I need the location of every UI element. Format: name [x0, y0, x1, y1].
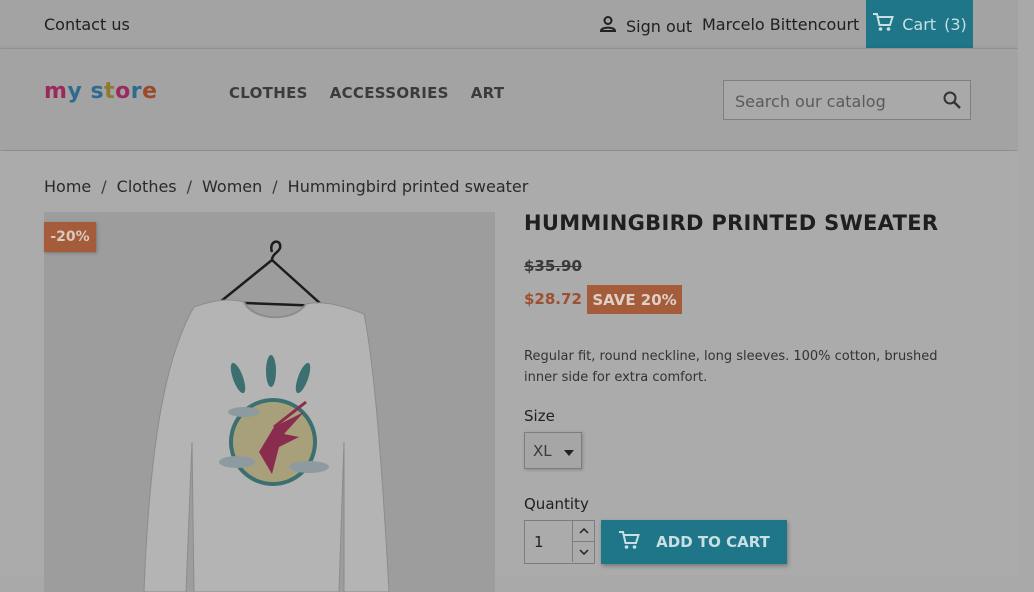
breadcrumb-separator: / — [101, 177, 107, 196]
top-bar: Contact us Sign out Marcelo Bittencourt … — [0, 0, 1018, 49]
sign-out-link[interactable]: Sign out — [598, 14, 692, 38]
search-icon[interactable] — [942, 90, 962, 114]
chevron-up-icon — [579, 528, 589, 534]
account-name-link[interactable]: Marcelo Bittencourt — [702, 15, 859, 34]
site-header: my store CLOTHES ACCESSORIES ART — [0, 49, 1018, 150]
breadcrumb-women[interactable]: Women — [202, 177, 262, 196]
cart-count: (3) — [944, 14, 967, 34]
discount-flag: -20% — [44, 222, 96, 252]
page-scrollbar[interactable] — [1018, 0, 1034, 575]
size-select[interactable]: XL — [524, 432, 582, 469]
product-image[interactable] — [44, 212, 495, 592]
cart-icon — [872, 12, 895, 36]
current-price: $28.72 — [524, 290, 582, 308]
regular-price: $35.90 — [524, 257, 582, 275]
store-logo[interactable]: my store — [44, 79, 158, 104]
size-label: Size — [524, 407, 555, 425]
product-description: Regular fit, round neckline, long sleeve… — [524, 349, 938, 385]
breadcrumb-separator: / — [186, 177, 193, 196]
quantity-stepper — [524, 520, 595, 564]
user-icon — [598, 14, 618, 38]
quantity-increase-button[interactable] — [572, 521, 595, 542]
main-nav: CLOTHES ACCESSORIES ART — [229, 84, 504, 102]
cart-label: Cart — [902, 14, 937, 34]
breadcrumb-home[interactable]: Home — [44, 177, 91, 196]
size-value: XL — [533, 441, 552, 460]
breadcrumb-current: Hummingbird printed sweater — [287, 177, 529, 196]
contact-us-link[interactable]: Contact us — [44, 15, 130, 34]
quantity-input[interactable] — [525, 521, 569, 563]
add-to-cart-button[interactable]: ADD TO CART — [601, 520, 787, 564]
breadcrumb-clothes[interactable]: Clothes — [117, 177, 177, 196]
search-input[interactable] — [724, 81, 937, 121]
breadcrumb: Home / Clothes / Women / Hummingbird pri… — [44, 177, 528, 196]
add-to-cart-label: ADD TO CART — [656, 533, 770, 551]
nav-accessories[interactable]: ACCESSORIES — [330, 84, 449, 102]
quantity-label: Quantity — [524, 495, 589, 513]
breadcrumb-separator: / — [272, 177, 278, 196]
sign-out-label: Sign out — [626, 16, 693, 36]
cart-icon — [618, 530, 641, 554]
chevron-down-icon — [563, 442, 574, 460]
nav-clothes[interactable]: CLOTHES — [229, 84, 308, 102]
nav-art[interactable]: ART — [471, 84, 505, 102]
product-title: HUMMINGBIRD PRINTED SWEATER — [524, 211, 939, 235]
product-page: Home / Clothes / Women / Hummingbird pri… — [0, 151, 1018, 592]
cart-button[interactable]: Cart (3) — [866, 0, 973, 48]
quantity-decrease-button[interactable] — [572, 542, 595, 562]
discount-badge: SAVE 20% — [587, 285, 682, 314]
search-box — [723, 80, 971, 121]
chevron-down-icon — [579, 549, 589, 555]
